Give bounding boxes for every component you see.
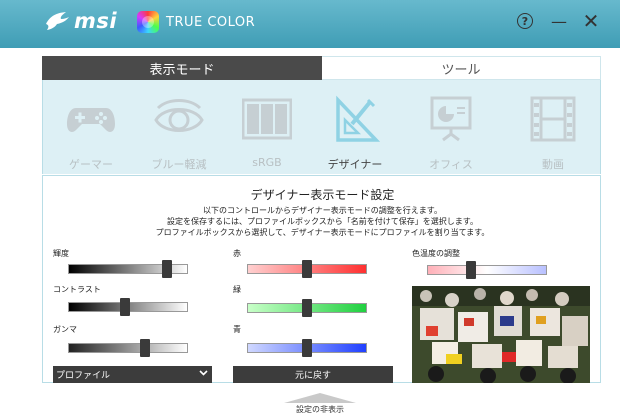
mode-label: ブルー軽減 <box>151 158 207 171</box>
mode-label: 動画 <box>542 158 564 171</box>
mode-label: デザイナー <box>327 158 383 171</box>
description-line: 以下のコントロールからデザイナー表示モードの調整を行えます。 <box>202 206 443 215</box>
grid-icon <box>242 98 292 140</box>
slider-thumb[interactable] <box>162 260 172 278</box>
profile-dropdown[interactable]: プロファイル <box>53 366 212 383</box>
tab-display-mode[interactable]: 表示モード <box>42 56 322 80</box>
red-slider[interactable] <box>247 260 367 278</box>
green-label: 緑 <box>233 285 241 294</box>
description-line: 設定を保存するには、プロファイルボックスから「名前を付けて保存」を選択します。 <box>167 217 478 226</box>
color-temp-slider[interactable] <box>427 261 547 279</box>
dragon-icon <box>46 12 69 30</box>
slider-thumb[interactable] <box>120 298 130 316</box>
presentation-icon <box>430 96 472 142</box>
gamma-slider[interactable] <box>68 339 188 357</box>
slider-thumb[interactable] <box>466 261 476 279</box>
profile-dropdown-value: プロファイル <box>56 371 111 381</box>
settings-title: デザイナー表示モード設定 <box>250 188 395 202</box>
main-tabs: 表示モード ツール <box>42 56 601 80</box>
red-label: 赤 <box>233 249 241 258</box>
color-temp-label: 色温度の調整 <box>412 249 460 258</box>
minimize-button[interactable]: — <box>548 10 570 32</box>
slider-track <box>68 343 188 353</box>
help-icon: ? <box>517 13 533 29</box>
mode-blue-light[interactable]: ブルー軽減 <box>139 88 219 171</box>
brightness-label: 輝度 <box>53 249 69 258</box>
display-mode-panel: ゲーマー ブルー軽減 sRGB デザイナー オフィス 動画 <box>42 80 601 174</box>
gamepad-icon <box>67 108 115 132</box>
film-icon <box>530 96 576 142</box>
contrast-slider[interactable] <box>68 298 188 316</box>
brightness-slider[interactable] <box>68 260 188 278</box>
slider-thumb[interactable] <box>302 299 312 317</box>
slider-thumb[interactable] <box>302 260 312 278</box>
mode-gamer[interactable]: ゲーマー <box>51 88 131 171</box>
gamma-label: ガンマ <box>53 325 77 334</box>
mode-label: ゲーマー <box>69 158 113 171</box>
slider-thumb[interactable] <box>302 339 312 357</box>
chevron-down-icon <box>199 368 208 380</box>
blue-slider[interactable] <box>247 339 367 357</box>
help-button[interactable]: ? <box>514 10 536 32</box>
motocross-preview <box>412 286 590 383</box>
contrast-label: コントラスト <box>53 285 101 294</box>
true-color-icon <box>137 11 159 33</box>
hide-settings-label: 設定の非表示 <box>296 405 344 414</box>
slider-thumb[interactable] <box>140 339 150 357</box>
blue-label: 青 <box>233 325 241 334</box>
ruler-triangle-icon <box>336 95 380 142</box>
collapse-arrow-icon <box>284 393 356 403</box>
mode-movie[interactable]: 動画 <box>513 88 593 171</box>
mode-designer[interactable]: デザイナー <box>315 88 395 171</box>
product-name: TRUE COLOR <box>166 15 256 30</box>
reset-button[interactable]: 元に戻す <box>233 366 393 383</box>
mode-label: オフィス <box>429 158 473 171</box>
settings-description: 以下のコントロールからデザイナー表示モードの調整を行えます。 設定を保存するには… <box>43 205 602 238</box>
title-bar: msi TRUE COLOR ? — ✕ <box>0 0 620 48</box>
tab-tools[interactable]: ツール <box>322 56 601 80</box>
description-line: プロファイルボックスから選択して、デザイナー表示モードにプロファイルを割り当てま… <box>155 228 490 237</box>
hide-settings-toggle[interactable]: 設定の非表示 <box>270 393 370 417</box>
msi-logo: msi <box>44 9 117 33</box>
close-button[interactable]: ✕ <box>580 9 602 33</box>
green-slider[interactable] <box>247 299 367 317</box>
mode-label: sRGB <box>252 156 282 169</box>
preview-image <box>412 286 590 383</box>
designer-settings-panel: デザイナー表示モード設定 以下のコントロールからデザイナー表示モードの調整を行え… <box>42 175 601 383</box>
slider-track <box>427 265 547 275</box>
brand-name: msi <box>74 9 118 33</box>
eye-icon <box>154 99 204 132</box>
mode-office[interactable]: オフィス <box>411 88 491 171</box>
mode-srgb[interactable]: sRGB <box>227 88 307 169</box>
